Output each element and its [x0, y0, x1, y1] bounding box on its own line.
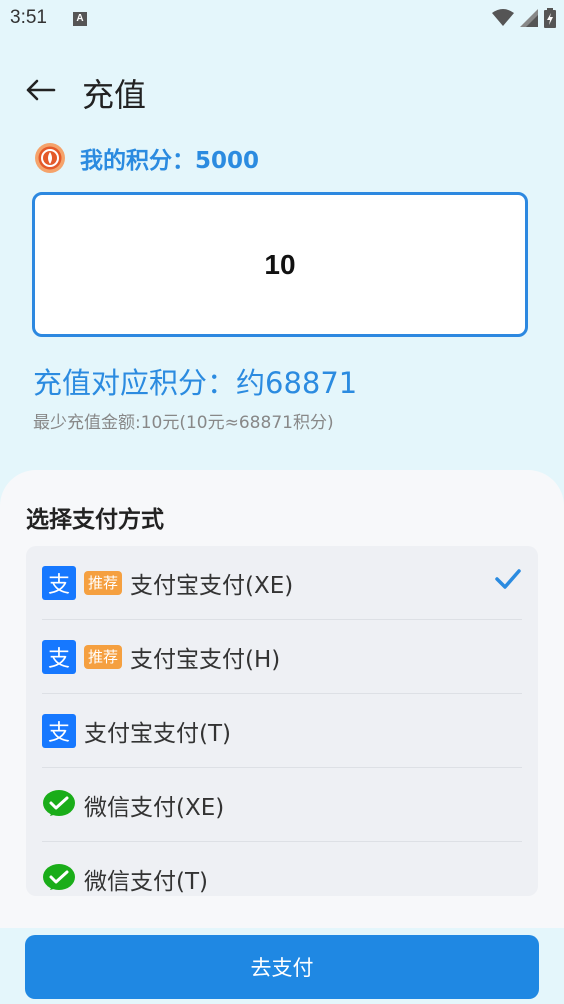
status-icons: [492, 8, 556, 28]
payment-method-label: 支付宝支付(T): [84, 720, 231, 747]
pay-button-area: 去支付: [0, 928, 564, 1004]
payment-section-title: 选择支付方式: [26, 507, 164, 533]
svg-text:支: 支: [48, 573, 70, 598]
back-button[interactable]: [18, 68, 62, 112]
minimum-amount-text: 最少充值金额:10元(10元≈68871积分): [33, 413, 334, 433]
payment-method-label: 微信支付(T): [84, 868, 208, 895]
status-bar: 3:51 A: [0, 0, 564, 38]
payment-method-label: 微信支付(XE): [84, 794, 225, 821]
points-row: 我的积分：5000: [34, 140, 259, 176]
svg-text:支: 支: [48, 721, 70, 746]
points-label: 我的积分：5000: [80, 148, 260, 174]
payment-method-alipay-h[interactable]: 支 推荐 支付宝支付(H): [42, 620, 522, 694]
payment-method-list: 支 推荐 支付宝支付(XE) 支 推荐 支付宝支付(H) 支 支付宝支付(T): [26, 546, 538, 896]
svg-text:支: 支: [48, 647, 70, 672]
signal-icon: [520, 9, 538, 27]
recommended-badge: 推荐: [84, 644, 123, 669]
notification-a-icon: A: [73, 12, 87, 26]
alipay-icon: 支: [42, 713, 76, 748]
payment-method-wechat-t[interactable]: 微信支付(T): [42, 842, 522, 896]
arrow-left-icon: [26, 79, 56, 101]
payment-method-alipay-xe[interactable]: 支 推荐 支付宝支付(XE): [42, 546, 522, 620]
battery-icon: [544, 8, 556, 28]
page-title: 充值: [82, 76, 147, 114]
payment-method-label: 支付宝支付(XE): [130, 572, 294, 599]
alipay-icon: 支: [42, 639, 76, 674]
check-icon: [495, 569, 521, 589]
app-bar: 充值: [0, 58, 564, 122]
payment-sheet: 选择支付方式 支 推荐 支付宝支付(XE) 支 推荐 支付宝支付(H) 支 支付…: [0, 470, 564, 1004]
status-time: 3:51: [10, 7, 47, 28]
pay-button[interactable]: 去支付: [25, 935, 539, 999]
alipay-icon: 支: [42, 565, 76, 600]
conversion-text: 充值对应积分：约68871: [33, 366, 358, 400]
payment-method-alipay-t[interactable]: 支 支付宝支付(T): [42, 694, 522, 768]
payment-method-wechat-xe[interactable]: 微信支付(XE): [42, 768, 522, 842]
amount-input[interactable]: 10: [32, 192, 528, 337]
recommended-badge: 推荐: [84, 570, 123, 595]
wifi-icon: [492, 9, 514, 26]
amount-value: 10: [264, 248, 296, 280]
wechat-pay-icon: [43, 863, 75, 890]
payment-method-label: 支付宝支付(H): [130, 646, 281, 673]
wechat-pay-icon: [43, 789, 75, 816]
coin-icon: [35, 143, 65, 173]
